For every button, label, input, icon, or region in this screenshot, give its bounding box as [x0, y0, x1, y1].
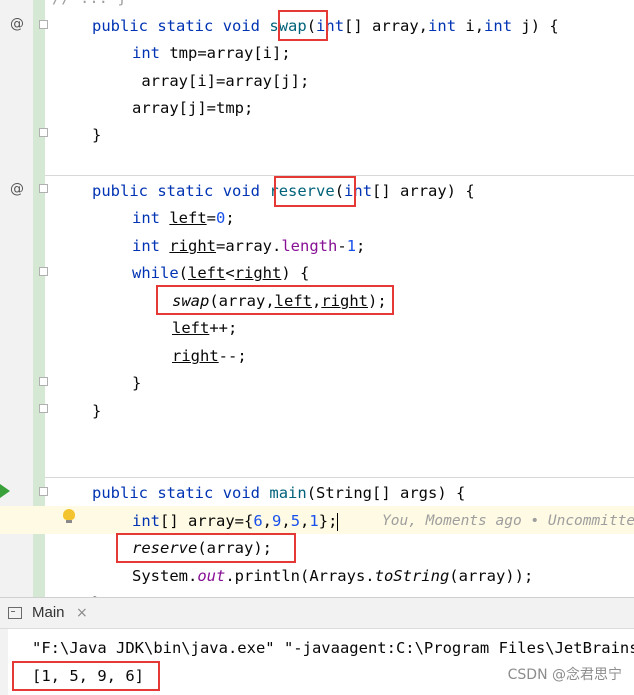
code-line-swap-signature: public static void swap(int[] array,int … [92, 17, 559, 35]
code-line: right--; [172, 347, 247, 365]
code-line: System.out.println(Arrays.toString(array… [132, 567, 534, 585]
code-line: int left=0; [132, 209, 235, 227]
fold-marker-icon[interactable] [39, 267, 48, 276]
code-line-swap-call: swap(array,left,right); [172, 292, 387, 310]
code-line-main-signature: public static void main(String[] args) { [92, 484, 466, 502]
code-line: int tmp=array[i]; [132, 44, 291, 62]
console-gutter [0, 629, 8, 695]
code-line: // ... } [0, 0, 127, 12]
code-line: } [92, 126, 102, 144]
fold-marker-icon[interactable] [39, 128, 48, 137]
close-icon[interactable]: × [76, 598, 88, 628]
run-tab-main[interactable]: Main [32, 598, 65, 628]
text-cursor [337, 512, 339, 531]
fold-marker-icon[interactable] [39, 184, 48, 193]
annotation-box-reserve [274, 176, 356, 207]
code-line: } [0, 589, 101, 597]
lightbulb-icon[interactable] [63, 509, 75, 523]
code-editor[interactable]: @ @ // ... } public static void swap(int… [0, 0, 634, 597]
inline-blame-hint: You, Moments ago • Uncommitted changes [382, 513, 634, 529]
code-line: array[i]=array[j]; [132, 72, 310, 90]
code-line-reserve-signature: public static void reserve(int[] array) … [92, 182, 475, 200]
code-line-reserve-call: reserve(array); [132, 539, 272, 557]
annotation-box-reserve-call [116, 533, 296, 563]
annotation-box-swap-call [156, 285, 394, 315]
code-line-current: int[] array={6,9,5,1}; You, Moments ago … [0, 507, 634, 535]
annotation-box-output [12, 661, 160, 691]
annotation-box-swap [278, 10, 328, 41]
fold-marker-icon[interactable] [39, 404, 48, 413]
fold-marker-icon[interactable] [39, 487, 48, 496]
code-line: left++; [172, 319, 238, 337]
fold-marker-icon[interactable] [39, 20, 48, 29]
code-line: array[j]=tmp; [132, 99, 254, 117]
run-tab-bar: Main × [0, 598, 634, 629]
console-icon [8, 607, 22, 619]
code-line: int right=array.length-1; [132, 237, 366, 255]
watermark-text: CSDN @念君思宁 [507, 667, 622, 683]
code-line: while(left<right) { [132, 264, 310, 282]
code-line: } [132, 374, 142, 392]
fold-marker-icon[interactable] [39, 377, 48, 386]
method-separator [45, 477, 634, 478]
code-line: } [92, 402, 102, 420]
console-command-line: "F:\Java JDK\bin\java.exe" "-javaagent:C… [32, 639, 634, 657]
